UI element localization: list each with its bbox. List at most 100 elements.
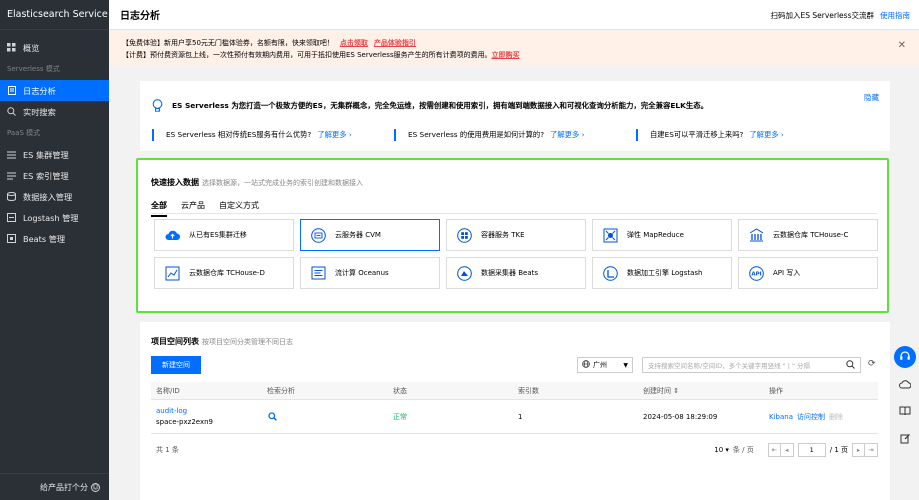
- quick-ingest-title: 快速接入数据 选择数据源，一站式完成业务的索引创建和数据接入: [151, 177, 363, 188]
- tile-beats[interactable]: 数据采集器 Beats: [446, 257, 586, 289]
- grid-icon: [7, 43, 16, 52]
- tile-logstash-engine[interactable]: 数据加工引擎 Logstash: [592, 257, 732, 289]
- cloud-icon: [899, 379, 912, 391]
- tile-label: 云服务器 CVM: [335, 231, 381, 239]
- tile-emr[interactable]: 弹性 MapReduce: [592, 219, 732, 251]
- tile-cvm[interactable]: 云服务器 CVM: [300, 219, 440, 251]
- header-actions: 扫码加入ES Serverless交流群 使用指南: [771, 0, 911, 30]
- page-size-unit: 条 / 页: [732, 446, 754, 454]
- tke-icon: [457, 227, 472, 243]
- engine-icon: [603, 265, 618, 281]
- intro-card: ES Serverless 为您打造一个极致方便的ES，无集群概念，完全免运维，…: [140, 81, 890, 151]
- sidebar-item-es-index[interactable]: ES 索引管理: [0, 165, 109, 186]
- tile-label: 从已有ES集群迁移: [189, 231, 247, 239]
- tile-es-migrate[interactable]: 从已有ES集群迁移: [154, 219, 294, 251]
- sidebar-item-es-cluster[interactable]: ES 集群管理: [0, 144, 109, 165]
- source-tabs: 全部 云产品 自定义方式: [151, 200, 273, 217]
- tile-oceanus[interactable]: 流计算 Oceanus: [300, 257, 440, 289]
- tile-tke[interactable]: 容器服务 TKE: [446, 219, 586, 251]
- guide-experience-link[interactable]: 产品体验指引: [374, 38, 416, 48]
- stream-icon: [311, 266, 326, 281]
- page-size-select[interactable]: 10 ▾: [714, 446, 729, 454]
- sidebar-item-realtime-search[interactable]: 实时搜索: [0, 101, 109, 122]
- menu-icon: [7, 150, 16, 159]
- intro-question: ES Serverless 的使用费用是如何计算的?: [408, 130, 545, 139]
- logstash-icon: [7, 213, 16, 222]
- search-icon: [7, 107, 16, 116]
- project-list-title: 项目空间列表 按项目空间分类管理不同日志: [151, 336, 293, 347]
- col-name-id: 名称/ID: [156, 387, 180, 395]
- sidebar-item-logstash[interactable]: Logstash 管理: [0, 207, 109, 228]
- learn-more-link[interactable]: 了解更多 ›: [317, 130, 351, 139]
- support-chat-button[interactable]: [894, 346, 916, 368]
- page-title: 日志分析: [120, 11, 160, 22]
- docs-button[interactable]: [894, 401, 916, 423]
- smile-icon: ☺: [91, 482, 100, 492]
- feedback-button[interactable]: 给产品打个分 ☺: [0, 473, 109, 500]
- buy-now-link[interactable]: 立即购买: [492, 50, 520, 60]
- section-title: 项目空间列表: [151, 337, 199, 346]
- col-created-time[interactable]: 创建时间 ⇕: [643, 382, 679, 400]
- book-icon: [899, 406, 911, 418]
- tab-custom[interactable]: 自定义方式: [219, 200, 259, 217]
- scan-join-text[interactable]: 扫码加入ES Serverless交流群: [771, 10, 875, 21]
- tile-api[interactable]: API API 写入: [738, 257, 878, 289]
- intro-link-migrate: 自建ES可以平滑迁移上来吗? 了解更多 ›: [636, 129, 878, 141]
- tile-label: 数据采集器 Beats: [481, 269, 539, 277]
- sidebar-item-label: ES 索引管理: [23, 170, 69, 181]
- kibana-link[interactable]: Kibana: [769, 413, 793, 421]
- search-placeholder: 支持搜索空间名称/空间ID，多个关键字用竖线 " | " 分隔: [648, 362, 811, 370]
- next-page-button[interactable]: ▸: [852, 443, 865, 457]
- last-page-button[interactable]: ⇥: [865, 443, 878, 457]
- svg-text:API: API: [751, 271, 761, 277]
- guide-link[interactable]: 使用指南: [880, 10, 910, 21]
- space-name-link[interactable]: audit-log: [156, 407, 187, 415]
- intro-text: ES Serverless 为您打造一个极致方便的ES，无集群概念，完全免运维，…: [172, 101, 709, 110]
- sidebar-item-label: 数据接入管理: [23, 191, 73, 202]
- close-icon[interactable]: ✕: [898, 40, 906, 51]
- pagination: 10 ▾ 条 / 页 ⇤ ◂ 1 / 1 页 ▸ ⇥: [714, 442, 878, 458]
- edit-feedback-button[interactable]: [894, 428, 916, 450]
- hide-link[interactable]: 隐藏: [864, 92, 879, 103]
- tile-tchouse-c[interactable]: 云数据仓库 TCHouse-C: [738, 219, 878, 251]
- region-select[interactable]: 广州 ▼: [577, 357, 633, 373]
- first-page-button[interactable]: ⇤: [767, 443, 781, 457]
- refresh-icon[interactable]: ⟳: [868, 359, 876, 369]
- page-total: / 1 页: [829, 446, 848, 454]
- chart-box-icon: [165, 266, 180, 281]
- intro-question: ES Serverless 相对传统ES服务有什么优势?: [166, 130, 312, 139]
- cloud-tool-button[interactable]: [894, 374, 916, 396]
- list-icon: [7, 171, 16, 180]
- new-space-button[interactable]: 新建空间: [151, 356, 201, 374]
- claim-link[interactable]: 点击领取: [340, 38, 368, 48]
- tab-all[interactable]: 全部: [151, 200, 167, 217]
- tile-label: 云数据仓库 TCHouse-C: [773, 231, 849, 239]
- sidebar-item-label: Beats 管理: [23, 233, 66, 244]
- quick-ingest-card: 快速接入数据 选择数据源，一站式完成业务的索引创建和数据接入 全部 云产品 自定义…: [136, 158, 889, 313]
- header: 日志分析 扫码加入ES Serverless交流群 使用指南: [109, 0, 919, 30]
- search-icon[interactable]: [846, 360, 855, 371]
- learn-more-link[interactable]: 了解更多 ›: [749, 130, 783, 139]
- beats-icon: [7, 234, 16, 243]
- col-actions: 操作: [769, 387, 783, 395]
- tile-label: 云数据仓库 TCHouse-D: [189, 269, 265, 277]
- created-time: 2024-05-08 18:29:09: [643, 412, 718, 421]
- page-number-input[interactable]: 1: [797, 443, 826, 457]
- sidebar-item-data-ingest[interactable]: 数据接入管理: [0, 186, 109, 207]
- learn-more-link[interactable]: 了解更多 ›: [550, 130, 584, 139]
- tile-tchouse-d[interactable]: 云数据仓库 TCHouse-D: [154, 257, 294, 289]
- search-analysis-icon[interactable]: [268, 400, 277, 433]
- delete-link[interactable]: 删除: [829, 412, 843, 422]
- sidebar-item-log-analysis[interactable]: 日志分析: [0, 80, 109, 101]
- notice-text: 【计费】预付费资源包上线，一次性预付有效期内费用，可用于抵扣使用ES Serve…: [122, 51, 492, 59]
- access-control-link[interactable]: 访问控制: [797, 412, 825, 422]
- prev-page-button[interactable]: ◂: [780, 443, 794, 457]
- space-search-input[interactable]: 支持搜索空间名称/空间ID，多个关键字用竖线 " | " 分隔: [642, 357, 861, 373]
- tile-label: 弹性 MapReduce: [627, 231, 684, 239]
- sidebar-item-beats[interactable]: Beats 管理: [0, 228, 109, 249]
- sidebar-item-overview[interactable]: 概览: [0, 37, 109, 58]
- notice-line-billing: 【计费】预付费资源包上线，一次性预付有效期内费用，可用于抵扣使用ES Serve…: [122, 49, 906, 61]
- database-icon: [7, 192, 16, 201]
- col-search-analysis: 检索分析: [267, 387, 295, 395]
- tab-cloud-products[interactable]: 云产品: [181, 200, 205, 217]
